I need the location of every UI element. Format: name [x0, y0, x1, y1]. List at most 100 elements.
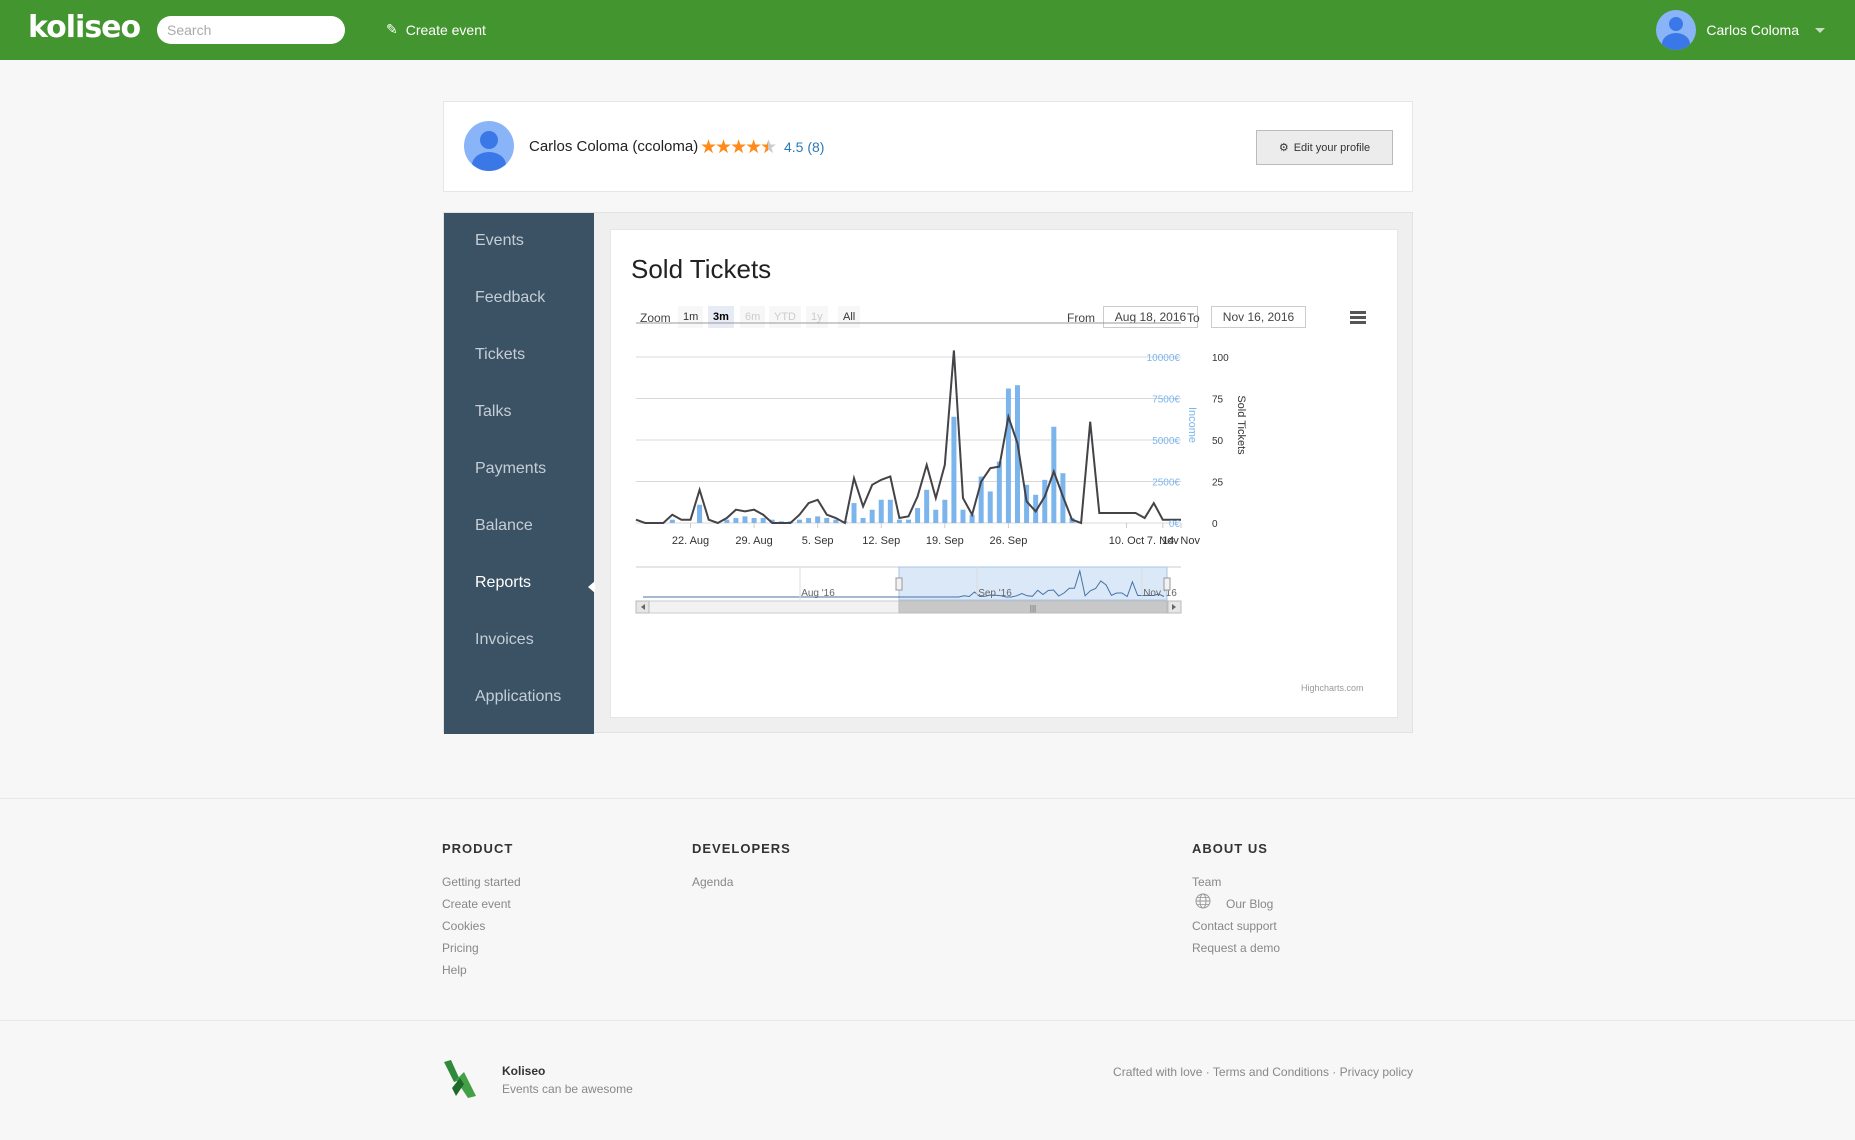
- create-event-label: Create event: [405, 21, 486, 38]
- footer-developers-title: DEVELOPERS: [692, 841, 791, 856]
- rating-value[interactable]: 4.5 (8): [784, 139, 824, 155]
- sidebar-item-reports[interactable]: Reports: [475, 574, 531, 592]
- navigator-handle: [895, 577, 903, 591]
- legal-separator: ·: [1332, 1065, 1337, 1079]
- income-bar: [1042, 479, 1048, 523]
- scrollbar-grip: |||: [1030, 604, 1036, 613]
- create-event-link[interactable]: ✎ Create event: [386, 21, 486, 38]
- tickets-tick-label: 50: [1212, 436, 1224, 447]
- brand-logo[interactable]: koliseo: [28, 10, 141, 45]
- footer-link-team[interactable]: Team: [1192, 875, 1221, 889]
- tickets-axis-title: Sold Tickets: [1235, 395, 1247, 455]
- income-tick-label: 10000€: [1147, 353, 1181, 364]
- income-bar: [960, 509, 966, 523]
- sold-tickets-line: [635, 350, 1181, 525]
- footer-link-cookies[interactable]: Cookies: [442, 919, 485, 933]
- tickets-tick-label: 0: [1212, 519, 1218, 530]
- income-bar: [669, 519, 675, 523]
- income-bar: [824, 518, 830, 523]
- footer-tagline: Events can be awesome: [502, 1082, 633, 1096]
- income-axis-title: Income: [1186, 407, 1198, 443]
- income-bar: [951, 416, 957, 523]
- dashboard-panel: Events Feedback Tickets Talks Payments B…: [443, 212, 1413, 734]
- tickets-tick-label: 75: [1212, 395, 1224, 406]
- income-bar: [915, 508, 921, 523]
- income-tick-label: 0€: [1169, 519, 1181, 530]
- footer-link-request-demo[interactable]: Request a demo: [1192, 941, 1280, 955]
- chart-credits[interactable]: Highcharts.com: [1301, 683, 1364, 693]
- x-tick-label: 19. Sep: [926, 535, 964, 547]
- income-bar: [815, 516, 821, 523]
- chart-card: Sold Tickets Zoom 1m 3m 6m YTD 1y All Fr…: [610, 229, 1398, 718]
- income-bar: [742, 516, 748, 523]
- sidebar-item-invoices[interactable]: Invoices: [475, 631, 534, 649]
- footer-link-getting-started[interactable]: Getting started: [442, 875, 521, 889]
- income-bar: [878, 499, 884, 523]
- income-tick-label: 2500€: [1152, 478, 1180, 489]
- income-bar: [833, 519, 839, 523]
- edit-profile-label: Edit your profile: [1293, 141, 1371, 154]
- income-bar: [996, 461, 1002, 523]
- income-bar: [733, 518, 739, 523]
- navigator-label: Aug '16: [801, 588, 835, 599]
- profile-card: Carlos Coloma (ccoloma) ★★★★★★ 4.5 (8) ⚙…: [443, 101, 1413, 192]
- koliseo-logo-icon[interactable]: [442, 1058, 484, 1100]
- chevron-down-icon: [1815, 27, 1825, 33]
- star-rating-icon: ★★★★★★: [700, 137, 777, 158]
- sidebar-item-events[interactable]: Events: [475, 232, 524, 250]
- x-tick-label: 10. Oct: [1109, 535, 1144, 547]
- gear-icon: ⚙: [1278, 142, 1289, 154]
- sidebar-item-tickets[interactable]: Tickets: [475, 346, 525, 364]
- x-tick-label: 29. Aug: [735, 535, 772, 547]
- x-tick-label: 14. Nov: [1162, 535, 1200, 547]
- globe-icon: [1195, 893, 1211, 909]
- footer-link-our-blog[interactable]: Our Blog: [1226, 897, 1273, 911]
- income-bar: [942, 499, 948, 523]
- tickets-tick-label: 100: [1212, 353, 1229, 364]
- edit-profile-button[interactable]: ⚙ Edit your profile: [1256, 130, 1393, 165]
- income-bar: [760, 518, 766, 523]
- user-name: Carlos Coloma: [1706, 22, 1799, 38]
- income-bar: [697, 504, 703, 523]
- footer-bottom: [0, 1020, 1855, 1140]
- legal-separator: ·: [1205, 1065, 1210, 1079]
- footer-link-help[interactable]: Help: [442, 963, 467, 977]
- sold-tickets-chart: 0€ 2500€ 5000€ 7500€ 10000€ 0 25 50 75 100 Income S…: [635, 322, 1247, 614]
- footer-links: [0, 798, 1855, 1020]
- income-bar: [860, 518, 866, 523]
- income-bar: [797, 519, 802, 523]
- footer-product-title: PRODUCT: [442, 841, 514, 856]
- sidebar-item-feedback[interactable]: Feedback: [475, 289, 545, 307]
- legal-link-terms[interactable]: Terms and Conditions: [1213, 1065, 1329, 1079]
- footer-link-contact-support[interactable]: Contact support: [1192, 919, 1277, 933]
- income-bar: [751, 518, 757, 523]
- sidebar-item-balance[interactable]: Balance: [475, 517, 533, 535]
- legal-link-privacy[interactable]: Privacy policy: [1340, 1065, 1413, 1079]
- income-bar: [851, 503, 857, 523]
- sidebar-item-talks[interactable]: Talks: [475, 403, 511, 421]
- x-tick-label: 5. Sep: [802, 535, 834, 547]
- legal-link-crafted[interactable]: Crafted with love: [1113, 1065, 1202, 1079]
- top-navbar: koliseo ✎ Create event Carlos Coloma: [0, 0, 1855, 60]
- income-bar: [724, 519, 730, 523]
- income-tick-label: 5000€: [1152, 436, 1180, 447]
- x-tick-label: 12. Sep: [862, 535, 900, 547]
- sidebar: Events Feedback Tickets Talks Payments B…: [444, 213, 595, 734]
- footer-link-create-event[interactable]: Create event: [442, 897, 511, 911]
- x-tick-label: 22. Aug: [672, 535, 709, 547]
- search-input[interactable]: [157, 16, 345, 44]
- tickets-tick-label: 25: [1212, 478, 1224, 489]
- navigator-label: Nov '16: [1143, 588, 1177, 599]
- footer-link-pricing[interactable]: Pricing: [442, 941, 479, 955]
- footer-legal-links: Crafted with love · Terms and Conditions…: [1113, 1065, 1413, 1079]
- footer-brand: Koliseo: [502, 1064, 546, 1078]
- sidebar-item-payments[interactable]: Payments: [475, 460, 546, 478]
- active-item-pointer: [588, 581, 595, 593]
- footer-link-agenda[interactable]: Agenda: [692, 875, 733, 889]
- user-menu[interactable]: Carlos Coloma: [1656, 10, 1825, 50]
- sidebar-item-applications[interactable]: Applications: [475, 688, 561, 706]
- edit-icon: ✎: [386, 21, 398, 37]
- navigator-handle: [1163, 577, 1171, 591]
- income-bar: [933, 509, 939, 523]
- income-bar: [924, 489, 930, 523]
